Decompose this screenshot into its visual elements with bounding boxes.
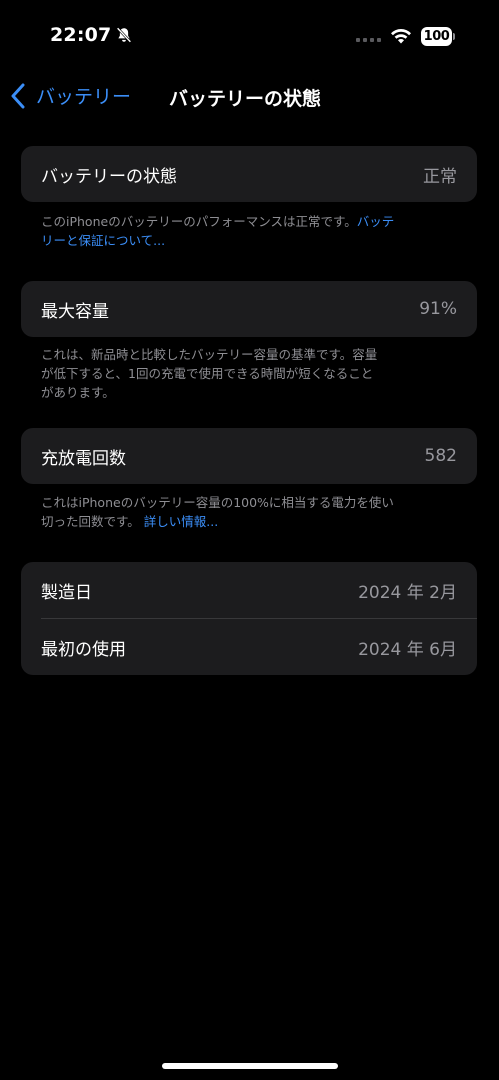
max-capacity-footer: これは、新品時と比較したバッテリー容量の基準です。容量 が低下すると、1回の充電… [41,345,461,402]
max-capacity-label: 最大容量 [41,301,109,322]
battery-warranty-link-part1: バッテ [356,214,395,229]
back-button[interactable]: バッテリー [10,82,131,109]
battery-health-footer-text: このiPhoneのバッテリーのパフォーマンスは正常です。 [41,214,357,229]
navigation-bar: バッテリー バッテリーの状態 [0,78,499,118]
manufacture-date-row: 製造日 2024 年 2月 [21,562,477,618]
max-capacity-row: 最大容量 91% [21,281,477,337]
status-time: 22:07 [50,24,112,46]
cycle-count-footer-line1: これはiPhoneのバッテリー容量の100%に相当する電力を使い [41,495,394,510]
battery-warranty-link-part2: リーと保証について... [41,233,166,248]
max-capacity-footer-line2: が低下すると、1回の充電で使用できる時間が短くなること [41,366,374,381]
home-indicator[interactable] [162,1063,338,1069]
wifi-icon [391,28,411,44]
battery-health-footer: このiPhoneのバッテリーのパフォーマンスは正常です。バッテリーと保証について… [41,212,461,250]
max-capacity-footer-line3: があります。 [41,385,115,400]
cycle-count-group: 充放電回数 582 [21,428,477,484]
cycle-count-row: 充放電回数 582 [21,428,477,484]
max-capacity-value: 91% [419,299,457,319]
battery-level: 100 [423,29,450,44]
max-capacity-footer-line1: これは、新品時と比較したバッテリー容量の基準です。容量 [41,347,378,362]
manufacture-date-value: 2024 年 2月 [358,582,457,603]
battery-health-label: バッテリーの状態 [41,166,177,187]
more-info-link[interactable]: 詳しい情報... [144,514,218,529]
bell-slash-icon [117,27,132,43]
battery-health-group: バッテリーの状態 正常 [21,146,477,202]
cycle-count-value: 582 [424,446,457,466]
battery-health-value: 正常 [423,166,457,187]
cycle-count-footer-line2: 切った回数です。 [41,514,140,529]
page-title: バッテリーの状態 [169,88,322,110]
cycle-count-label: 充放電回数 [41,448,126,469]
status-bar: 22:07 100 [0,0,499,70]
first-use-value: 2024 年 6月 [358,639,457,660]
first-use-label: 最初の使用 [41,639,126,660]
dates-group: 製造日 2024 年 2月 最初の使用 2024 年 6月 [21,562,477,675]
battery-health-row[interactable]: バッテリーの状態 正常 [21,146,477,202]
manufacture-date-label: 製造日 [41,582,92,603]
back-button-label: バッテリー [36,86,132,108]
battery-icon: 100 [421,27,452,46]
cycle-count-footer: これはiPhoneのバッテリー容量の100%に相当する電力を使い 切った回数です… [41,493,461,531]
signal-icon [356,38,381,42]
time-group: 22:07 [50,24,133,46]
first-use-row: 最初の使用 2024 年 6月 [21,619,477,675]
chevron-left-icon [11,83,25,108]
battery-tip [453,33,455,40]
max-capacity-group: 最大容量 91% [21,281,477,337]
